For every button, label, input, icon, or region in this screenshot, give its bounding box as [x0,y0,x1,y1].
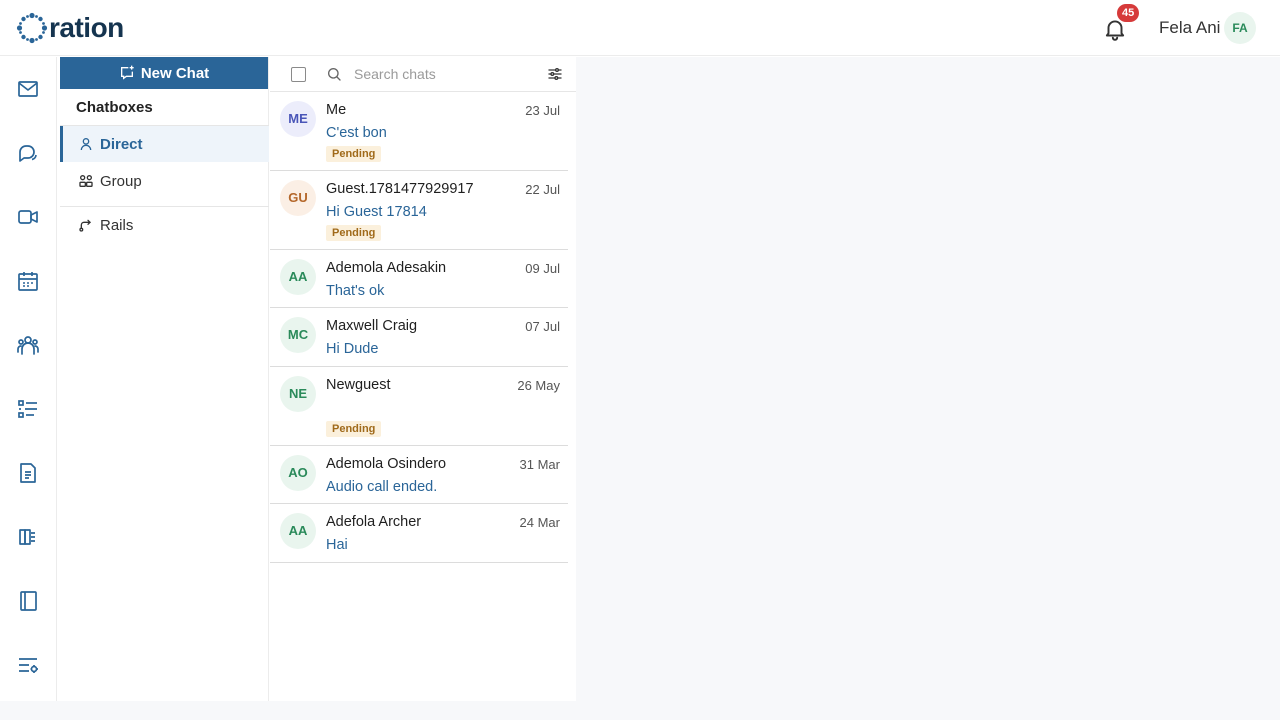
chat-icon[interactable] [16,141,40,165]
pending-badge: Pending [326,421,382,437]
chat-name: Guest.1781477929917 [326,181,474,197]
nav-item-direct[interactable]: Direct [60,126,269,162]
logo-text: ration [49,12,124,43]
chat-row[interactable]: ME Me 23 Jul C'est bon Pending [270,92,568,171]
chat-date: 23 Jul [525,103,560,118]
notebook-icon[interactable] [16,589,40,613]
document-icon[interactable] [16,461,40,485]
chat-preview: C'est bon [326,125,387,141]
video-icon[interactable] [16,205,40,229]
chat-avatar: AA [280,513,316,549]
group-icon [78,173,94,189]
user-name[interactable]: Fela Ani [1159,18,1220,38]
app-logo[interactable]: ration [16,10,124,46]
search-input[interactable] [354,63,534,85]
chat-avatar: NE [280,376,316,412]
chat-row[interactable]: GU Guest.1781477929917 22 Jul Hi Guest 1… [270,171,568,250]
user-avatar[interactable]: FA [1224,12,1256,44]
select-all-checkbox[interactable] [291,67,306,82]
rails-icon [78,217,94,233]
settings-list-icon[interactable] [16,653,40,677]
chat-list-panel: ME Me 23 Jul C'est bon Pending GU Guest.… [270,57,576,701]
new-chat-button[interactable]: New Chat [60,57,268,89]
chatboxes-panel: New Chat Chatboxes Direct Group Rails [58,57,269,701]
nav-item-group[interactable]: Group [60,163,269,199]
nav-item-label: Group [100,172,142,190]
chat-preview: Hi Dude [326,341,379,357]
conversation-area [576,57,1280,701]
book-icon[interactable] [16,525,40,549]
filter-settings-icon[interactable] [547,66,563,82]
chat-avatar: ME [280,101,316,137]
chat-row[interactable]: AA Adefola Archer 24 Mar Hai [270,504,568,563]
pending-badge: Pending [326,146,382,162]
chat-date: 26 May [517,378,560,393]
chat-avatar: AO [280,455,316,491]
chat-date: 31 Mar [519,457,560,472]
chat-date: 09 Jul [525,261,560,276]
chat-row[interactable]: AO Ademola Osindero 31 Mar Audio call en… [270,446,568,504]
chat-row[interactable]: AA Ademola Adesakin 09 Jul That's ok [270,250,568,308]
list-icon[interactable] [16,397,40,421]
chat-name: Newguest [326,377,391,393]
bottom-strip [0,701,1280,720]
nav-item-label: Direct [100,135,143,153]
nav-item-rails[interactable]: Rails [60,207,269,243]
chat-preview: Hi Guest 17814 [326,204,427,220]
chat-name: Ademola Adesakin [326,260,447,276]
mail-icon[interactable] [16,77,40,101]
chatboxes-title: Chatboxes [76,99,153,116]
search-icon [326,66,342,82]
pending-badge: Pending [326,225,382,241]
nav-item-label: Rails [100,216,134,234]
logo-ring-icon [16,12,48,44]
chat-name: Me [326,102,347,118]
top-header: ration 45 Fela Ani FA [0,0,1280,56]
icon-rail [0,57,57,701]
chat-avatar: AA [280,259,316,295]
chat-name: Maxwell Craig [326,318,418,334]
search-bar [270,57,576,92]
new-chat-icon [120,65,134,80]
chat-row[interactable]: NE Newguest 26 May Pending [270,367,568,446]
chat-row[interactable]: MC Maxwell Craig 07 Jul Hi Dude [270,308,568,367]
person-icon [78,136,94,152]
chat-preview: That's ok [326,283,385,299]
chat-name: Adefola Archer [326,514,422,530]
chat-date: 07 Jul [525,319,560,334]
new-chat-label: New Chat [140,64,210,82]
notification-count-badge: 45 [1117,4,1140,22]
chat-date: 24 Mar [519,515,560,530]
chat-date: 22 Jul [525,182,560,197]
chat-avatar: GU [280,180,316,216]
chat-preview: Audio call ended. [326,479,438,495]
calendar-icon[interactable] [16,269,40,293]
people-icon[interactable] [16,333,40,357]
chat-preview: Hai [326,537,348,553]
chat-name: Ademola Osindero [326,456,447,472]
chat-avatar: MC [280,317,316,353]
